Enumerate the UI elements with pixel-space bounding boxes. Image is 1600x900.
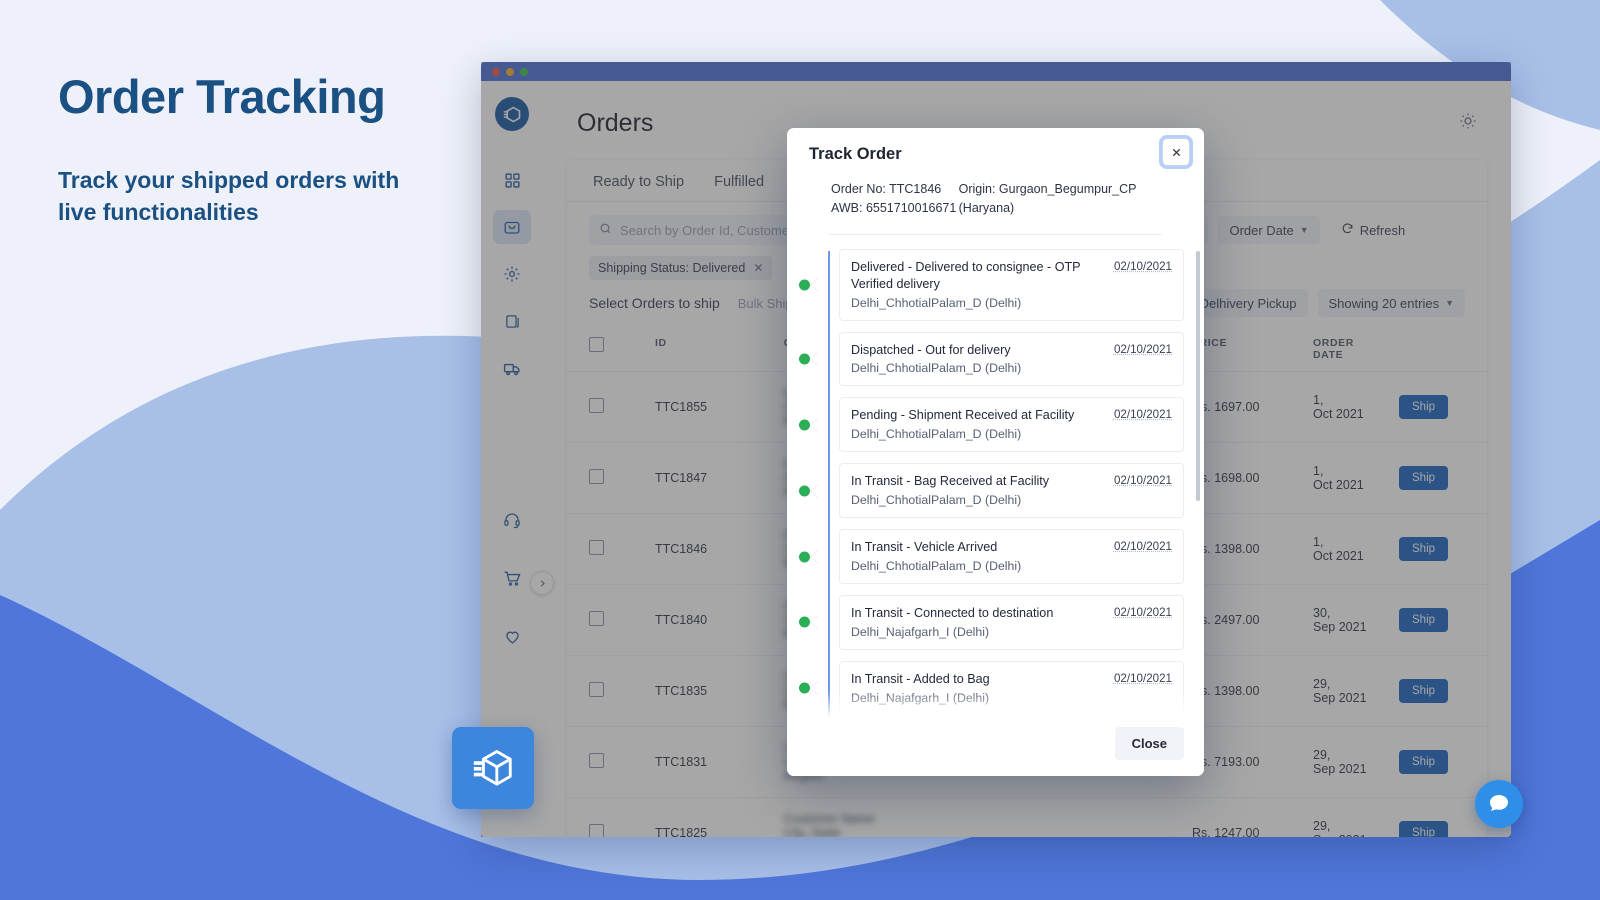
timeline-item: Dispatched - Out for delivery Delhi_Chhot… — [799, 331, 1184, 387]
timeline-dot-icon — [799, 353, 810, 365]
chat-bubble-icon[interactable] — [1475, 780, 1523, 828]
timeline-location: Delhi_ChhotialPalam_D (Delhi) — [851, 559, 1022, 573]
timeline-dot-icon — [799, 419, 810, 431]
modal-order-no: Order No: TTC1846 — [831, 182, 942, 196]
modal-close-button[interactable] — [1162, 138, 1190, 166]
timeline-location: Delhi_ChhotialPalam_D (Delhi) — [851, 361, 1022, 376]
timeline-date: 02/10/2021 — [1113, 474, 1172, 488]
timeline-status: In Transit - Vehicle Arrived — [851, 540, 998, 555]
timeline-pointer-icon — [811, 351, 819, 366]
modal-awb: AWB: 6551710016671 — [831, 201, 957, 216]
timeline-dot-icon — [799, 616, 810, 628]
timeline-pointer-icon — [811, 417, 819, 432]
timeline-dot-icon — [799, 279, 810, 291]
timeline-status: In Transit - Bag Received at Facility — [851, 474, 1050, 489]
timeline-item: In Transit - Connected to destination Del… — [799, 595, 1184, 650]
timeline-status: Delivered - Delivered to consignee - OTP… — [851, 259, 1081, 291]
timeline-item: Pending - Shipment Received at Facility D… — [799, 397, 1184, 453]
timeline-item: In Transit - Vehicle Arrived Delhi_Chhoti… — [799, 529, 1184, 584]
timeline-location: Delhi_ChhotialPalam_D (Delhi) — [851, 493, 1022, 508]
modal-footer: Close — [787, 717, 1204, 776]
modal-scrollbar[interactable] — [1196, 250, 1200, 501]
timeline-date: 02/10/2021 — [1113, 606, 1172, 619]
timeline-date: 02/10/2021 — [1113, 540, 1172, 554]
promo-title: Order Tracking — [58, 70, 386, 123]
timeline-pointer-icon — [811, 483, 819, 498]
timeline-status: Dispatched - Out for delivery — [851, 342, 1011, 357]
timeline-item: In Transit - Bag Received at Facility Del… — [799, 463, 1184, 519]
promo-copy: Order Tracking Track your shipped orders… — [58, 72, 478, 229]
timeline-dot-icon — [799, 551, 810, 563]
timeline-pointer-icon — [811, 549, 819, 564]
track-order-modal: Track Order Order No: TTC1846 AWB: 65517… — [787, 128, 1204, 776]
timeline-status: In Transit - Connected to destination — [851, 606, 1054, 620]
timeline-item: Delivered - Delivered to consignee - OTP… — [799, 248, 1184, 321]
timeline-pointer-icon — [811, 615, 819, 630]
timeline-pointer-icon — [811, 277, 819, 292]
app-tile-icon — [452, 727, 534, 809]
close-button[interactable]: Close — [1114, 727, 1184, 760]
timeline-date: 02/10/2021 — [1113, 408, 1172, 422]
modal-meta: Order No: TTC1846 AWB: 6551710016671 Ori… — [809, 164, 1182, 219]
timeline-location: Delhi_Najafgarh_I (Delhi) — [851, 624, 990, 639]
timeline: Delivered - Delivered to consignee - OTP… — [787, 241, 1204, 717]
timeline-pointer-icon — [811, 681, 819, 696]
timeline-date: 02/10/2021 — [1113, 342, 1172, 356]
promo-banner: Order Tracking Track your shipped orders… — [0, 0, 1600, 900]
promo-subtitle: Track your shipped orders with live func… — [58, 167, 400, 226]
timeline-dot-icon — [799, 682, 810, 694]
timeline-scroll-area[interactable]: Delivered - Delivered to consignee - OTP… — [787, 241, 1204, 717]
timeline-status: Pending - Shipment Received at Facility — [851, 408, 1075, 423]
modal-title: Track Order — [809, 145, 902, 163]
modal-origin: Origin: Gurgaon_Begumpur_CP (Haryana) — [958, 182, 1137, 216]
timeline-fade — [787, 691, 1204, 717]
timeline-dot-icon — [799, 485, 810, 497]
modal-divider — [829, 233, 1162, 235]
timeline-status: In Transit - Added to Bag — [851, 671, 990, 686]
timeline-date: 02/10/2021 — [1113, 259, 1172, 273]
timeline-location: Delhi_ChhotialPalam_D (Delhi) — [851, 427, 1022, 442]
timeline-location: Delhi_ChhotialPalam_D (Delhi) — [851, 295, 1022, 310]
